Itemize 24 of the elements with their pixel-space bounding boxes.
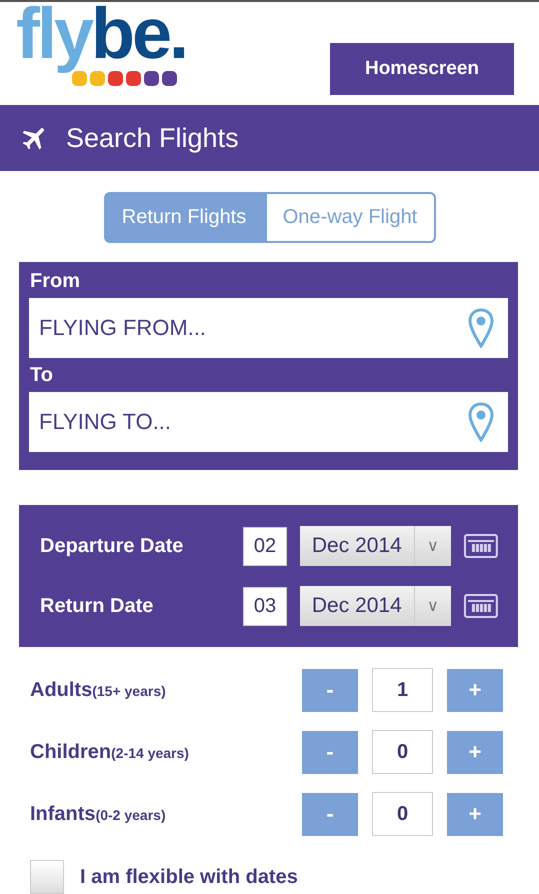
date-label: Departure Date bbox=[40, 534, 184, 558]
month-dropdown[interactable]: Dec 2014 ∨ bbox=[300, 526, 452, 566]
day-field[interactable]: 02 bbox=[243, 526, 287, 566]
page-title: Search Flights bbox=[66, 122, 239, 154]
map-pin-icon bbox=[468, 308, 494, 348]
date-label: Return Date bbox=[40, 594, 154, 618]
passenger-label: Children(2-14 years) bbox=[30, 740, 190, 764]
checkbox-label: I am flexible with dates bbox=[80, 866, 298, 888]
airport-field[interactable]: FLYING TO... bbox=[29, 392, 508, 452]
airport-field[interactable]: FLYING FROM... bbox=[29, 298, 508, 358]
flexible-checkbox[interactable] bbox=[30, 860, 64, 894]
field-label: To bbox=[30, 364, 54, 387]
calendar-icon[interactable] bbox=[464, 594, 498, 618]
count-field[interactable]: 0 bbox=[372, 730, 433, 774]
day-field[interactable]: 03 bbox=[243, 586, 287, 626]
count-field[interactable]: 0 bbox=[372, 792, 433, 836]
month-dropdown[interactable]: Dec 2014 ∨ bbox=[300, 586, 452, 626]
count-field[interactable]: 1 bbox=[372, 668, 433, 712]
calendar-icon[interactable] bbox=[464, 534, 498, 558]
homescreen-button[interactable]: Homescreen bbox=[330, 43, 514, 95]
passenger-label: Adults(15+ years) bbox=[30, 678, 167, 702]
field-label: From bbox=[30, 270, 81, 293]
map-pin-icon bbox=[468, 402, 494, 442]
passenger-label: Infants(0-2 years) bbox=[30, 802, 167, 826]
